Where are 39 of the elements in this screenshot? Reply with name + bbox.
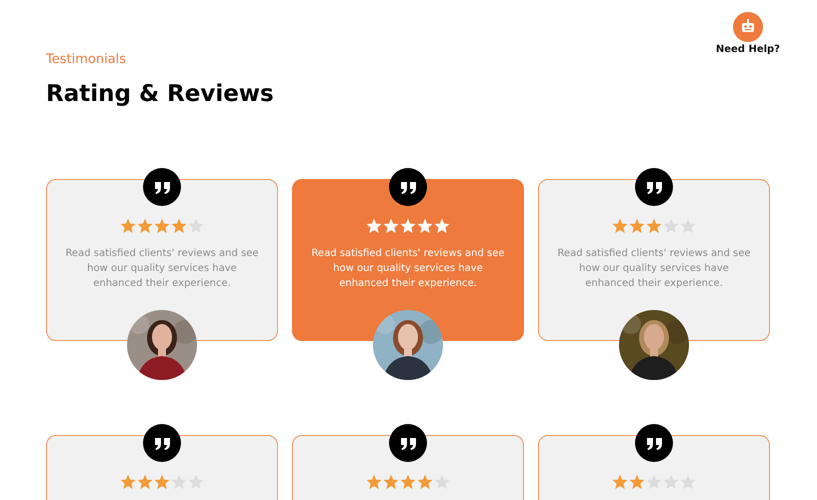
robot-icon (732, 12, 763, 42)
star-icon (366, 474, 382, 490)
star-icon (400, 474, 416, 490)
star-icon (154, 218, 170, 234)
star-icon (612, 474, 628, 490)
star-icon (663, 218, 679, 234)
star-icon (171, 218, 187, 234)
quote-icon (143, 168, 181, 206)
star-icon (137, 218, 153, 234)
star-icon (120, 218, 136, 234)
star-icon (188, 218, 204, 234)
star-icon (120, 474, 136, 490)
quote-icon (635, 168, 673, 206)
star-icon (171, 474, 187, 490)
star-icon (434, 218, 450, 234)
star-icon (366, 218, 382, 234)
star-icon (383, 474, 399, 490)
section-label: Testimonials (46, 52, 128, 68)
star-icon (646, 474, 662, 490)
quote-icon (389, 168, 427, 206)
star-icon (417, 218, 433, 234)
star-icon (383, 218, 399, 234)
star-icon (646, 218, 662, 234)
review-text: Read satisfied clients' reviews and see how our quality services have enhanced their experience. (64, 247, 260, 291)
help-button[interactable]: Need Help? (716, 12, 780, 55)
section-title: Rating & Reviews (46, 80, 275, 109)
star-icon (629, 218, 645, 234)
star-icon (400, 218, 416, 234)
review-text: Read satisfied clients' reviews and see how our quality services have enhanced their experience. (310, 247, 506, 291)
star-icon (417, 474, 433, 490)
star-icon (629, 474, 645, 490)
star-icon (154, 474, 170, 490)
quote-icon (143, 424, 181, 462)
review-text: Read satisfied clients' reviews and see how our quality services have enhanced their experience. (556, 247, 752, 291)
quote-icon (389, 424, 427, 462)
star-icon (137, 474, 153, 490)
quote-icon (635, 424, 673, 462)
star-icon (612, 218, 628, 234)
star-icon (434, 474, 450, 490)
